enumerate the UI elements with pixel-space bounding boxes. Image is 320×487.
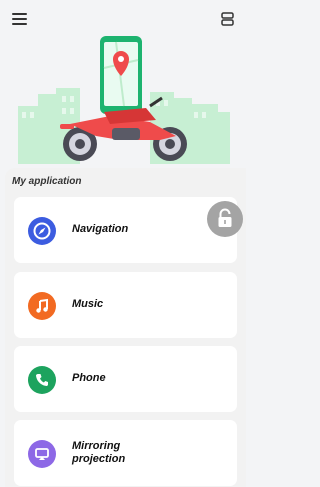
app-label-line: Mirroring — [72, 440, 121, 452]
hero-illustration — [0, 28, 246, 168]
lock-button[interactable] — [207, 201, 243, 237]
compass-icon — [28, 217, 56, 245]
app-label: Navigation — [72, 223, 129, 235]
app-card-phone[interactable]: Phone — [14, 346, 237, 412]
app-label: Phone — [72, 372, 106, 384]
menu-icon[interactable] — [12, 13, 27, 25]
app-card-navigation[interactable]: Navigation — [14, 197, 237, 263]
app-label-line: projection — [72, 453, 126, 465]
device-icon[interactable] — [221, 12, 234, 26]
lock-icon — [218, 208, 232, 227]
section-title: My application — [12, 176, 82, 187]
phone-icon — [28, 366, 56, 394]
app-label: Music — [72, 298, 104, 310]
music-note-icon — [28, 292, 56, 320]
app-card-music[interactable]: Music — [14, 272, 237, 338]
cast-icon — [28, 440, 56, 468]
app-card-mirroring-projection[interactable]: Mirroring projection — [14, 420, 237, 486]
app-label: Mirroring projection — [72, 440, 192, 466]
